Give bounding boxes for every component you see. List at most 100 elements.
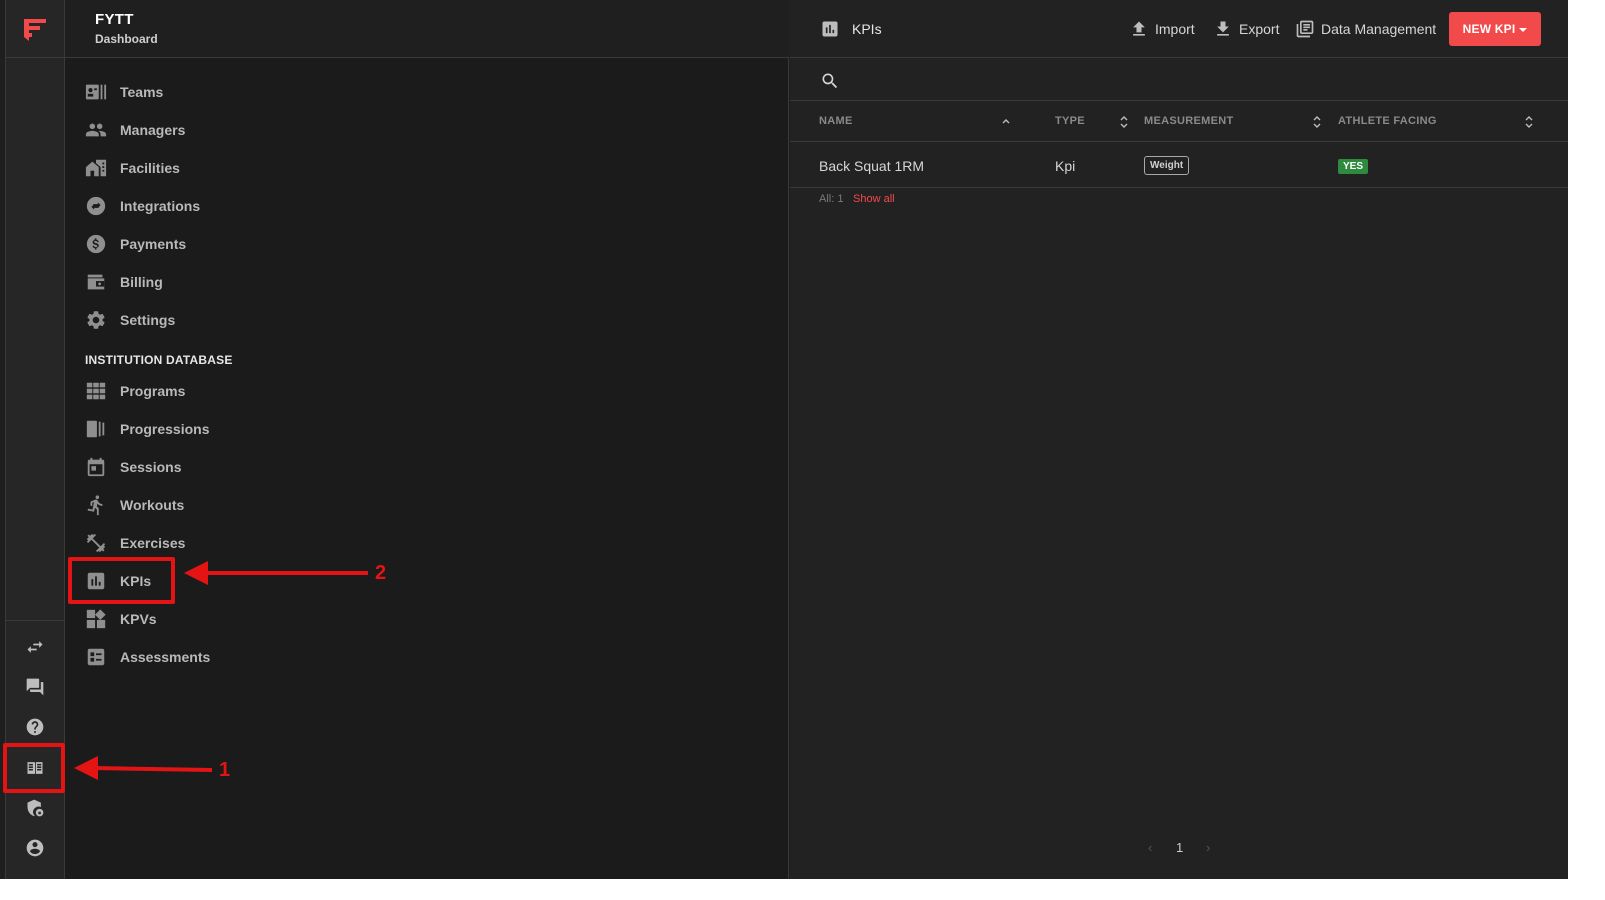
nav-item-label: Managers: [120, 122, 186, 138]
managers-icon: [85, 123, 107, 137]
page-title: KPIs: [852, 21, 882, 37]
nav-item-integrations[interactable]: Integrations: [85, 191, 200, 221]
athlete-facing-badge: YES: [1338, 159, 1369, 174]
nav-item-settings[interactable]: Settings: [85, 305, 175, 335]
nav-item-label: Programs: [120, 383, 186, 399]
annotation-box-1: [3, 743, 65, 793]
nav-item-managers[interactable]: Managers: [85, 115, 185, 145]
nav-item-facilities[interactable]: Facilities: [85, 153, 180, 183]
caret-down-icon: [1519, 27, 1528, 32]
main-content: KPIs Import Export Data Management NEW K…: [790, 0, 1568, 879]
exercises-icon: [86, 533, 106, 553]
new-kpi-label: NEW KPI: [1462, 22, 1516, 36]
nav-item-label: Facilities: [120, 160, 180, 176]
sort-asc-icon[interactable]: [1001, 115, 1011, 129]
workouts-icon: [87, 495, 103, 516]
annotation-number-2: 2: [375, 562, 387, 584]
teams-icon: [85, 84, 107, 100]
table-row[interactable]: Back Squat 1RM Kpi Weight YES: [790, 143, 1568, 188]
show-all-link[interactable]: Show all: [853, 193, 895, 205]
column-header-measurement[interactable]: MEASUREMENT: [1144, 115, 1233, 127]
pagination-next-button[interactable]: ›: [1206, 840, 1210, 855]
nav-item-billing[interactable]: Billing: [85, 267, 163, 297]
billing-icon: [87, 274, 105, 290]
nav-item-kpvs[interactable]: KPVs: [85, 604, 157, 634]
measurement-badge: Weight: [1144, 156, 1190, 175]
brand-subtitle: Dashboard: [95, 32, 158, 46]
logo[interactable]: [6, 0, 64, 58]
nav-item-label: Exercises: [120, 535, 186, 551]
import-button[interactable]: Import: [1129, 18, 1195, 40]
sort-unsorted-icon[interactable]: [1119, 115, 1129, 129]
search-input[interactable]: [850, 67, 1540, 93]
upload-icon: [1133, 21, 1145, 36]
nav-item-progressions[interactable]: Progressions: [85, 414, 209, 444]
pagination-prev-button[interactable]: ‹: [1148, 840, 1152, 855]
swap-arrows-icon: [27, 641, 43, 653]
nav-item-payments[interactable]: Payments: [85, 229, 186, 259]
programs-icon: [86, 382, 106, 400]
cell-name: Back Squat 1RM: [819, 158, 925, 174]
rail-chat-button[interactable]: [15, 670, 55, 704]
facilities-icon: [85, 159, 107, 177]
nav-panel: FYTT Dashboard Teams Managers Facilities…: [65, 0, 789, 879]
nav-item-programs[interactable]: Programs: [85, 376, 185, 406]
rail-divider: [6, 620, 64, 621]
export-label: Export: [1239, 21, 1280, 37]
nav-item-label: Workouts: [120, 497, 185, 513]
data-management-icon: [1296, 20, 1314, 38]
nav-item-label: Payments: [120, 236, 187, 252]
nav-item-label: Teams: [120, 84, 164, 100]
new-kpi-button[interactable]: NEW KPI: [1449, 12, 1541, 46]
annotation-box-2: [68, 557, 175, 604]
nav-item-label: Billing: [120, 274, 163, 290]
nav-item-assessments[interactable]: Assessments: [85, 642, 210, 672]
nav-item-label: KPVs: [120, 611, 157, 627]
nav-item-teams[interactable]: Teams: [85, 77, 163, 107]
nav-item-workouts[interactable]: Workouts: [85, 490, 184, 520]
nav-item-sessions[interactable]: Sessions: [85, 452, 181, 482]
column-header-type[interactable]: TYPE: [1055, 115, 1085, 127]
kpvs-icon: [86, 609, 106, 629]
settings-icon: [87, 311, 105, 329]
account-circle-icon: [26, 839, 44, 857]
shield-lock-icon: [27, 799, 44, 817]
table-header: NAME TYPE MEASUREMENT ATHLETE FACING: [790, 102, 1568, 142]
data-management-button[interactable]: Data Management: [1295, 18, 1436, 40]
app-window: FYTT Dashboard Teams Managers Facilities…: [0, 0, 1568, 879]
nav-item-label: Settings: [120, 312, 176, 328]
pagination-page-1[interactable]: 1: [1176, 840, 1183, 855]
brand-title: FYTT: [95, 11, 134, 28]
progressions-icon: [86, 420, 105, 438]
nav-item-exercises[interactable]: Exercises: [85, 528, 185, 558]
data-management-label: Data Management: [1321, 21, 1437, 37]
rail-switch-button[interactable]: [15, 630, 55, 664]
column-header-name[interactable]: NAME: [819, 115, 853, 127]
rail-account-button[interactable]: [15, 831, 55, 865]
cell-type: Kpi: [1055, 158, 1076, 174]
nav-item-label: Sessions: [120, 459, 182, 475]
fytt-logo-icon: [24, 18, 46, 41]
chat-icon: [26, 678, 44, 696]
rail-help-button[interactable]: [15, 710, 55, 744]
sort-unsorted-icon[interactable]: [1524, 115, 1534, 129]
nav-item-label: Integrations: [120, 198, 201, 214]
integrations-icon: [86, 196, 106, 216]
annotation-number-1: 1: [219, 759, 231, 781]
import-label: Import: [1155, 21, 1195, 37]
search-row: [790, 59, 1568, 101]
nav-item-label: Assessments: [120, 649, 211, 665]
sessions-icon: [87, 457, 105, 477]
help-icon: [26, 718, 44, 736]
kpis-page-icon: [822, 21, 838, 37]
export-button[interactable]: Export: [1213, 18, 1279, 40]
nav-item-label: Progressions: [120, 421, 210, 437]
download-icon: [1217, 21, 1229, 36]
sort-unsorted-icon[interactable]: [1312, 115, 1322, 129]
column-header-athlete-facing[interactable]: ATHLETE FACING: [1338, 115, 1437, 127]
payments-icon: [86, 234, 106, 254]
rail-security-button[interactable]: [15, 791, 55, 825]
section-label-institution-database: INSTITUTION DATABASE: [85, 353, 233, 367]
row-count: All: 1: [819, 193, 844, 205]
top-bar: KPIs Import Export Data Management NEW K…: [790, 0, 1568, 58]
